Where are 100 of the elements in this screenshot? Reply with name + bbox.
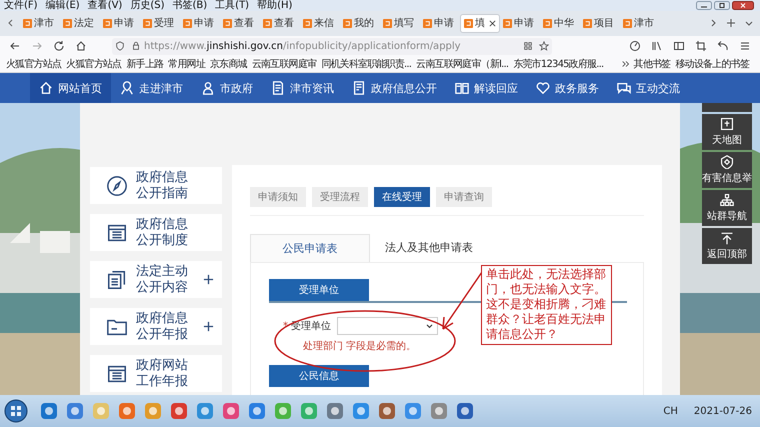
timer-icon[interactable]: [629, 40, 641, 52]
menu-item[interactable]: 帮助(H): [257, 0, 292, 11]
browser-tab[interactable]: 我的: [340, 14, 380, 33]
browser-tab[interactable]: 申请: [180, 14, 220, 33]
caret-icon: [426, 324, 433, 328]
site-favicon-icon: [63, 18, 72, 28]
site-favicon-icon: [303, 18, 312, 28]
browser-tab[interactable]: 申请: [100, 14, 140, 33]
menu-item[interactable]: 编辑(E): [46, 0, 80, 11]
sub-tab[interactable]: 申请查询: [436, 187, 492, 207]
plus-icon[interactable]: [726, 18, 736, 28]
site-favicon-icon: [343, 18, 352, 28]
browser-tab[interactable]: 查看: [220, 14, 260, 33]
nav-item[interactable]: 政府信息公开: [343, 73, 446, 103]
side-menu-item[interactable]: 政府信息 公开指南: [90, 167, 222, 204]
nav-item[interactable]: 市政府: [192, 73, 262, 103]
menu-item[interactable]: 历史(S): [130, 0, 164, 11]
browser-tab[interactable]: 填写: [380, 14, 420, 33]
chat-icon: [617, 81, 631, 96]
person-icon: [201, 81, 215, 96]
bookmark-item[interactable]: 云南互联网庭审（新I...: [416, 57, 508, 72]
plus-icon[interactable]: [203, 274, 214, 285]
nav-item[interactable]: 网站首页: [30, 73, 111, 103]
tool-button[interactable]: 返回顶部: [702, 228, 752, 264]
nav-item[interactable]: 走进津市: [111, 73, 192, 103]
sub-tab[interactable]: 申请须知: [250, 187, 306, 207]
reload-icon[interactable]: [53, 40, 65, 52]
close-icon[interactable]: [732, 1, 754, 10]
restore-icon[interactable]: [714, 1, 730, 10]
site-favicon-icon: [623, 18, 632, 28]
browser-tab[interactable]: 项目: [580, 14, 620, 33]
browser-tab[interactable]: 中华: [540, 14, 580, 33]
site-favicon-icon: [503, 18, 512, 28]
browser-tab[interactable]: 申请: [500, 14, 540, 33]
nav-item[interactable]: 津市资讯: [262, 73, 343, 103]
site-favicon-icon: [464, 18, 473, 28]
start-button[interactable]: [4, 399, 28, 423]
sub-tab[interactable]: 受理流程: [312, 187, 368, 207]
clock-date: 2021-07-26: [694, 406, 752, 416]
crop-icon[interactable]: [695, 40, 707, 52]
side-menu-item[interactable]: 政府网站 工作年报: [90, 355, 222, 392]
tool-button[interactable]: 天地图: [702, 114, 752, 150]
side-menu-item[interactable]: 政府信息 公开制度: [90, 214, 222, 251]
dropdown-field[interactable]: [337, 317, 438, 335]
plus-icon[interactable]: [203, 321, 214, 332]
document-icon: [271, 81, 285, 96]
sidebar-icon[interactable]: [673, 40, 685, 52]
menu-item[interactable]: 工具(T): [215, 0, 250, 11]
copy-icon: [106, 268, 128, 290]
browser-tab[interactable]: 填: [460, 14, 500, 33]
browser-tab[interactable]: 津市: [620, 14, 660, 33]
nav-item[interactable]: 互动交流: [608, 73, 689, 103]
qr-code-icon[interactable]: [523, 41, 533, 52]
section-header: 受理单位: [269, 279, 369, 301]
star-icon[interactable]: [539, 41, 549, 52]
bookmark-item[interactable]: 同机关科室职能职责...: [321, 57, 412, 72]
side-menu-item[interactable]: 法定主动 公开内容: [90, 261, 222, 298]
browser-tab[interactable]: 申请: [420, 14, 460, 33]
bookmark-item[interactable]: 京东商城: [210, 57, 247, 72]
tool-button[interactable]: 站群导航: [702, 190, 752, 226]
form-tab[interactable]: 法人及其他申请表: [370, 234, 488, 261]
tool-button[interactable]: 有害信息举: [702, 152, 752, 188]
browser-tab[interactable]: 法定: [60, 14, 100, 33]
sitemap-icon: [719, 193, 735, 207]
menu-icon[interactable]: [739, 40, 751, 52]
browser-tab[interactable]: 受理: [140, 14, 180, 33]
bookmark-item[interactable]: 东莞市12345政府服...: [513, 57, 604, 72]
language-indicator[interactable]: CH: [663, 406, 678, 416]
bookmark-item[interactable]: 云南互联网庭审: [252, 57, 316, 72]
undo-icon[interactable]: [717, 40, 729, 52]
nav-item[interactable]: 解读回应: [446, 73, 527, 103]
compass-icon: [106, 174, 128, 196]
double-chevron-icon[interactable]: [620, 59, 631, 70]
site-favicon-icon: [423, 18, 432, 28]
browser-tab[interactable]: 查看: [260, 14, 300, 33]
site-favicon-icon: [583, 18, 592, 28]
menu-item[interactable]: 书签(B): [172, 0, 208, 11]
address-field[interactable]: https://www.jinshishi.gov.cn/infopublicity/applicationform/apply: [112, 38, 552, 55]
site-favicon-icon: [183, 18, 192, 28]
browser-tab[interactable]: 来信: [300, 14, 340, 33]
bookmark-item[interactable]: 移动设备上的书签: [675, 57, 749, 72]
form-tab[interactable]: 公民申请表: [250, 234, 370, 262]
bookmark-item[interactable]: 其他书签: [634, 57, 670, 72]
required-mark: *: [283, 321, 288, 332]
bookmark-item[interactable]: 火狐官方站点: [6, 57, 62, 72]
close-icon[interactable]: [489, 20, 496, 27]
minimize-icon[interactable]: [696, 1, 712, 10]
home-icon[interactable]: [75, 40, 87, 52]
site-favicon-icon: [103, 18, 112, 28]
nav-item[interactable]: 政务服务: [527, 73, 608, 103]
site-favicon-icon: [383, 18, 392, 28]
library-icon[interactable]: [651, 40, 663, 52]
sub-tab[interactable]: 在线受理: [374, 187, 430, 207]
side-menu-item[interactable]: 政府信息 公开年报: [90, 308, 222, 345]
bookmark-item[interactable]: 火狐官方站点: [66, 57, 122, 72]
browser-tab[interactable]: 津市: [20, 14, 60, 33]
site-favicon-icon: [23, 18, 32, 28]
bookmark-item[interactable]: 新手上路: [126, 57, 164, 72]
menu-item[interactable]: 查看(V): [88, 0, 122, 11]
bookmark-item[interactable]: 常用网址: [168, 57, 206, 72]
